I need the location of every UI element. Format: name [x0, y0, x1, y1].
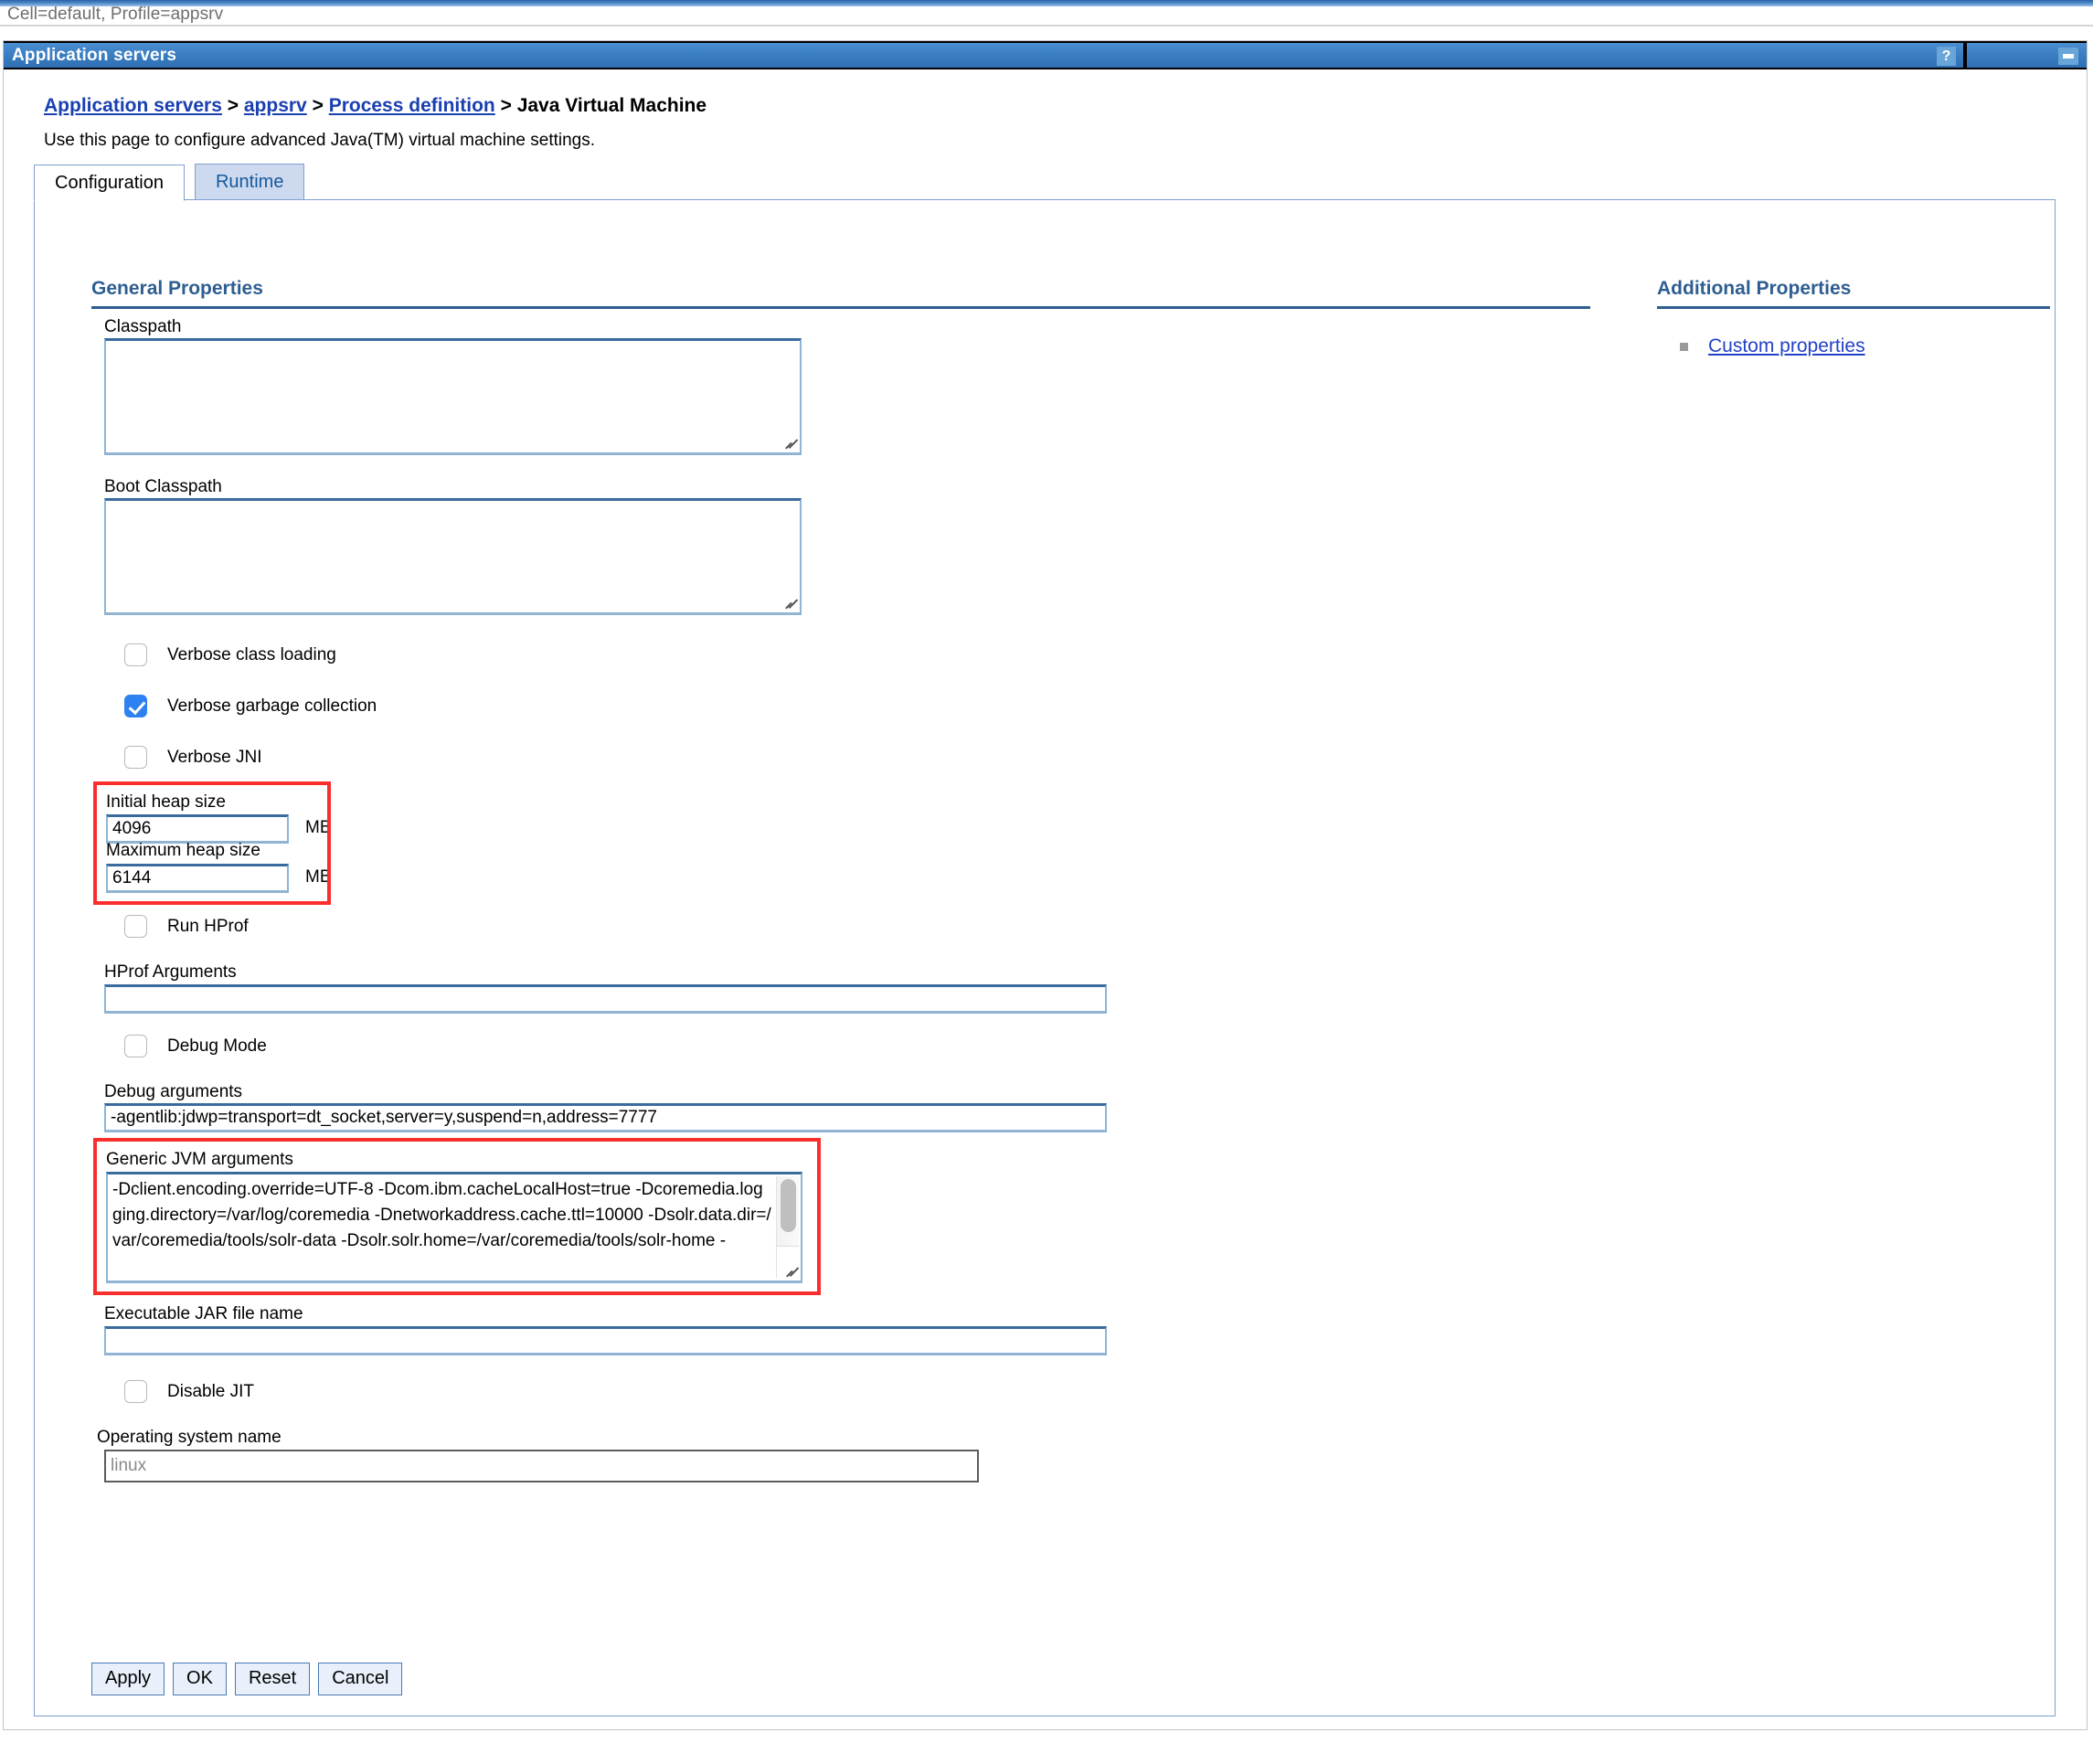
operating-system-name-placeholder: linux: [111, 1456, 147, 1475]
list-item: Custom properties: [1680, 335, 1865, 357]
generic-jvm-arguments-input[interactable]: -Dclient.encoding.override=UTF-8 -Dcom.i…: [106, 1172, 802, 1283]
breadcrumb-separator-2: >: [312, 95, 324, 116]
portlet-title-left: Application servers ?: [4, 43, 1963, 68]
verbose-jni-label: Verbose JNI: [167, 747, 262, 767]
initial-heap-size-input[interactable]: 4096: [106, 814, 289, 844]
help-icon[interactable]: ?: [1937, 47, 1956, 66]
debug-mode-row[interactable]: Debug Mode: [124, 1035, 267, 1057]
reset-button[interactable]: Reset: [234, 1663, 311, 1695]
boot-classpath-input[interactable]: [104, 498, 802, 615]
disable-jit-row[interactable]: Disable JIT: [124, 1380, 254, 1403]
maximum-heap-size-label: Maximum heap size: [106, 841, 260, 860]
configuration-panel: General Properties Additional Properties…: [34, 199, 2056, 1716]
portlet-title: Application servers: [12, 45, 177, 65]
breadcrumb-current-page: Java Virtual Machine: [516, 95, 707, 116]
scrollbar-thumb[interactable]: [781, 1179, 796, 1232]
classpath-label: Classpath: [104, 317, 182, 336]
hprof-arguments-input[interactable]: [104, 984, 1107, 1014]
resize-grip-icon[interactable]: [784, 598, 797, 611]
debug-mode-label: Debug Mode: [167, 1036, 267, 1056]
executable-jar-label: Executable JAR file name: [104, 1304, 303, 1323]
disable-jit-checkbox[interactable]: [124, 1380, 147, 1403]
run-hprof-label: Run HProf: [167, 916, 249, 936]
boot-classpath-label: Boot Classpath: [104, 477, 222, 496]
portlet-title-bar: Application servers ?: [4, 41, 2087, 69]
run-hprof-checkbox[interactable]: [124, 915, 147, 938]
run-hprof-row[interactable]: Run HProf: [124, 915, 249, 938]
page-description: Use this page to configure advanced Java…: [44, 131, 596, 150]
initial-heap-size-value: 4096: [112, 819, 152, 838]
apply-button[interactable]: Apply: [91, 1663, 165, 1695]
breadcrumb-link-appsrv[interactable]: appsrv: [244, 95, 307, 116]
maximum-heap-size-value: 6144: [112, 868, 152, 887]
debug-arguments-input[interactable]: -agentlib:jdwp=transport=dt_socket,serve…: [104, 1103, 1107, 1132]
verbose-garbage-collection-checkbox[interactable]: [124, 695, 147, 717]
generic-jvm-arguments-label: Generic JVM arguments: [106, 1150, 293, 1169]
initial-heap-size-label: Initial heap size: [106, 792, 226, 812]
resize-grip-icon[interactable]: [784, 438, 797, 451]
verbose-class-loading-checkbox[interactable]: [124, 643, 147, 666]
minimize-icon[interactable]: [2058, 48, 2078, 65]
verbose-jni-checkbox[interactable]: [124, 746, 147, 769]
top-accent-strip: [0, 0, 2093, 6]
verbose-class-loading-label: Verbose class loading: [167, 644, 336, 664]
verbose-class-loading-row[interactable]: Verbose class loading: [124, 643, 336, 666]
scrollbar-corner: [777, 1246, 799, 1279]
verbose-garbage-collection-row[interactable]: Verbose garbage collection: [124, 695, 377, 717]
classpath-input[interactable]: [104, 338, 802, 455]
cell-profile-status-bar: Cell=default, Profile=appsrv: [0, 5, 2093, 27]
breadcrumb-separator-1: >: [227, 95, 239, 116]
ok-button[interactable]: OK: [173, 1663, 227, 1695]
additional-properties-list: Custom properties: [1680, 335, 1865, 357]
executable-jar-input[interactable]: [104, 1326, 1107, 1355]
portlet-title-right: [1967, 43, 2087, 68]
textarea-scrollbar[interactable]: [776, 1176, 799, 1279]
maximum-heap-size-input[interactable]: 6144: [106, 864, 289, 893]
breadcrumb-link-process-definition[interactable]: Process definition: [329, 95, 495, 116]
tab-runtime[interactable]: Runtime: [194, 164, 305, 200]
breadcrumb-link-application-servers[interactable]: Application servers: [44, 95, 222, 116]
general-properties-heading: General Properties: [91, 278, 1590, 309]
tab-strip: Configuration Runtime: [34, 164, 305, 201]
disable-jit-label: Disable JIT: [167, 1381, 255, 1401]
link-custom-properties[interactable]: Custom properties: [1708, 335, 1865, 357]
application-servers-portlet: Application servers ? Application server…: [3, 40, 2088, 1730]
verbose-jni-row[interactable]: Verbose JNI: [124, 746, 262, 769]
operating-system-name-label: Operating system name: [97, 1428, 282, 1447]
breadcrumb: Application servers > appsrv > Process d…: [44, 95, 707, 117]
maximum-heap-size-unit: MB: [305, 867, 332, 887]
hprof-arguments-label: HProf Arguments: [104, 962, 237, 982]
bullet-icon: [1680, 342, 1688, 351]
breadcrumb-separator-3: >: [500, 95, 512, 116]
cancel-button[interactable]: Cancel: [318, 1663, 403, 1695]
debug-mode-checkbox[interactable]: [124, 1035, 147, 1057]
cell-profile-text: Cell=default, Profile=appsrv: [7, 5, 224, 24]
verbose-garbage-collection-label: Verbose garbage collection: [167, 696, 377, 716]
operating-system-name-input[interactable]: linux: [104, 1450, 979, 1482]
initial-heap-size-unit: MB: [305, 818, 332, 837]
additional-properties-heading: Additional Properties: [1657, 278, 2050, 309]
action-button-row: Apply OK Reset Cancel: [91, 1663, 403, 1695]
generic-jvm-arguments-value: -Dclient.encoding.override=UTF-8 -Dcom.i…: [112, 1180, 771, 1251]
tab-configuration[interactable]: Configuration: [34, 165, 185, 201]
debug-arguments-label: Debug arguments: [104, 1082, 243, 1101]
debug-arguments-value: -agentlib:jdwp=transport=dt_socket,serve…: [111, 1108, 657, 1127]
